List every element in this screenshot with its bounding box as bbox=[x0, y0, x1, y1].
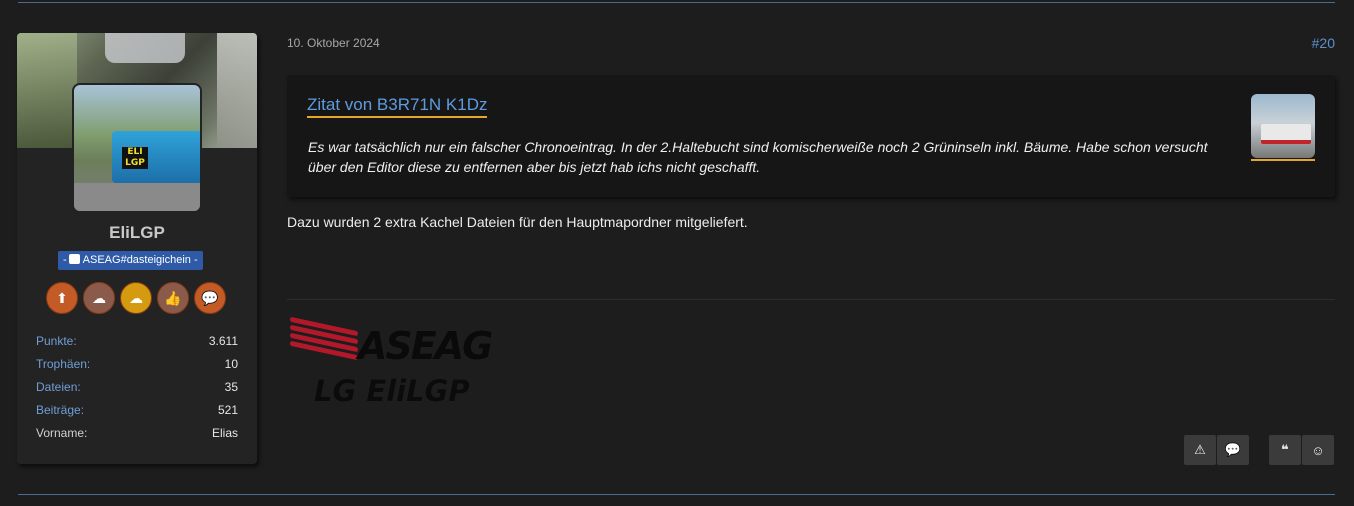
trophy-list: ⬆ ☁ ☁ 👍 💬 bbox=[46, 282, 230, 314]
stat-label[interactable]: Trophäen: bbox=[36, 356, 90, 379]
post-content: Dazu wurden 2 extra Kachel Dateien für d… bbox=[287, 214, 748, 230]
quote-title-link[interactable]: Zitat von B3R71N K1Dz bbox=[307, 95, 488, 118]
quote-avatar-underline bbox=[1251, 159, 1315, 161]
signature-divider bbox=[287, 299, 1335, 300]
post-permalink[interactable]: #20 bbox=[1312, 35, 1335, 51]
smiley-icon[interactable]: ☺ bbox=[1302, 435, 1334, 465]
post-actions-right: ❝ ☺ bbox=[1269, 435, 1334, 465]
stat-row-firstname: Vorname: Elias bbox=[36, 425, 238, 448]
stat-row-posts: Beiträge: 521 bbox=[36, 402, 238, 425]
stat-value: 3.611 bbox=[208, 334, 238, 348]
thumbs-up-icon[interactable]: 👍 bbox=[157, 282, 189, 314]
stat-value: 521 bbox=[217, 403, 238, 417]
stat-label[interactable]: Beiträge: bbox=[36, 402, 84, 425]
cloud-upload-gold-icon[interactable]: ☁ bbox=[120, 282, 152, 314]
post-date[interactable]: 10. Oktober 2024 bbox=[287, 36, 380, 50]
stat-value: Elias bbox=[211, 426, 238, 440]
quote-body: Es war tatsächlich nur ein falscher Chro… bbox=[308, 139, 1208, 175]
warning-icon[interactable]: ⚠ bbox=[1184, 435, 1216, 465]
stat-row-trophies: Trophäen: 10 bbox=[36, 356, 238, 379]
author-username[interactable]: EliLGP bbox=[17, 223, 257, 243]
quote-author-avatar[interactable] bbox=[1251, 94, 1315, 158]
quote-icon[interactable]: ❝ bbox=[1269, 435, 1301, 465]
upload-icon[interactable]: ⬆ bbox=[46, 282, 78, 314]
stat-label[interactable]: Dateien: bbox=[36, 379, 81, 402]
author-stats: Punkte: 3.611 Trophäen: 10 Dateien: 35 B… bbox=[36, 333, 238, 448]
stat-row-points: Punkte: 3.611 bbox=[36, 333, 238, 356]
author-sidebar: ELI LGP EliLGP - ASEAG#dasteigichein - ⬆ … bbox=[17, 33, 257, 464]
cloud-upload-icon[interactable]: ☁ bbox=[83, 282, 115, 314]
comments-icon[interactable]: 💬 bbox=[1217, 435, 1249, 465]
quote-block: Zitat von B3R71N K1Dz Es war tatsächlich… bbox=[287, 75, 1335, 197]
rank-badge-prefix: - bbox=[63, 254, 67, 266]
aseag-logo-waves bbox=[290, 316, 358, 361]
stat-label[interactable]: Punkte: bbox=[36, 333, 77, 356]
stat-row-files: Dateien: 35 bbox=[36, 379, 238, 402]
chat-bubbles-icon[interactable]: 💬 bbox=[194, 282, 226, 314]
signature-brand: ASEAG bbox=[358, 324, 493, 368]
top-divider bbox=[18, 2, 1335, 3]
signature: ASEAG LG EliLGP bbox=[290, 316, 500, 413]
avatar-bus-sign: ELI LGP bbox=[122, 147, 148, 169]
avatar[interactable]: ELI LGP bbox=[72, 83, 202, 213]
stat-label: Vorname: bbox=[36, 426, 88, 440]
rank-badge-suffix: - bbox=[193, 254, 198, 266]
rank-badge-label: ASEAG#dasteigichein bbox=[82, 254, 191, 266]
rank-badge: - ASEAG#dasteigichein - bbox=[58, 251, 203, 270]
stat-value: 10 bbox=[224, 357, 238, 371]
post-actions-left: ⚠ 💬 bbox=[1184, 435, 1249, 465]
signature-text: LG EliLGP bbox=[314, 374, 470, 408]
stat-value: 35 bbox=[224, 380, 238, 394]
bottom-divider bbox=[18, 494, 1335, 495]
bus-icon bbox=[68, 254, 80, 264]
